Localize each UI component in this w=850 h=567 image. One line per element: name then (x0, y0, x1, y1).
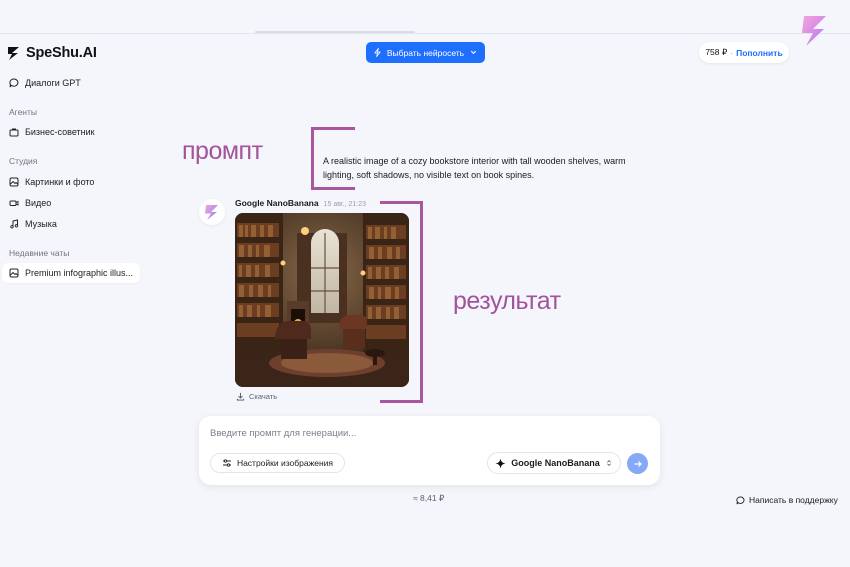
music-note-icon (10, 219, 19, 229)
sidebar-item-label: Видео (25, 198, 52, 208)
generation-cost: ≈ 8,41 ₽ (413, 493, 445, 503)
sliders-icon (222, 459, 231, 467)
result-timestamp: 15 авг., 21:23 (323, 201, 366, 208)
generated-image[interactable] (235, 213, 409, 387)
image-icon (9, 177, 19, 187)
sidebar-section-agents: Агенты (9, 107, 38, 117)
download-label: Скачать (249, 392, 278, 401)
chevron-updown-icon (606, 460, 611, 466)
choose-model-label: Выбрать нейросеть (386, 47, 465, 58)
chevron-down-icon (470, 50, 477, 55)
choose-model-button[interactable]: Выбрать нейросеть (366, 42, 485, 63)
brand-name: SpeShu.AI (26, 45, 97, 61)
annotation-prompt: промпт (182, 137, 263, 165)
model-avatar (199, 199, 225, 225)
balance-amount: 758 ₽ (705, 47, 728, 57)
download-icon (236, 392, 245, 401)
sidebar-item-label: Картинки и фото (25, 177, 95, 187)
support-label: Написать в поддержку (749, 495, 838, 505)
support-link[interactable]: Написать в поддержку (736, 495, 838, 505)
sidebar-item-music[interactable]: Музыка (9, 219, 57, 229)
sidebar-item-video[interactable]: Видео (9, 198, 51, 208)
sidebar-item-label: Музыка (25, 219, 57, 229)
recent-chat-label: Premium infographic illus... (25, 268, 134, 278)
chat-bubble-icon (9, 78, 19, 88)
send-button[interactable] (627, 453, 648, 474)
balance-separator: · (730, 47, 734, 58)
download-button[interactable]: Скачать (236, 392, 277, 401)
sidebar-item-images[interactable]: Картинки и фото (9, 177, 94, 187)
video-camera-icon (9, 200, 19, 206)
arrow-right-icon (634, 460, 642, 467)
topup-link[interactable]: Пополнить (736, 48, 783, 58)
briefcase-icon (9, 128, 19, 137)
support-chat-icon (736, 495, 745, 504)
prompt-input[interactable]: Введите промпт для генерации... (210, 428, 356, 439)
annotation-result: результат (453, 287, 561, 315)
bookstore-image (235, 213, 409, 387)
sidebar-item-label: Диалоги GPT (25, 78, 81, 88)
result-header: Google NanoBanana 15 авг., 21:23 (235, 198, 366, 208)
brand-mark-icon (802, 16, 826, 46)
result-model-name: Google NanoBanana (235, 198, 319, 208)
sidebar-item-business[interactable]: Бизнес-советник (9, 127, 95, 137)
sidebar-section-studio: Студия (9, 156, 38, 166)
model-select-label: Google NanoBanana (511, 458, 600, 468)
recent-chat-item[interactable]: Premium infographic illus... (2, 263, 140, 283)
sidebar-item-label: Бизнес-советник (25, 127, 95, 137)
sparkle-icon (495, 458, 506, 468)
top-divider (0, 33, 850, 34)
image-settings-button[interactable]: Настройки изображения (210, 453, 345, 473)
balance-widget: 758 ₽ · Пополнить (699, 42, 789, 63)
sidebar-item-dialogs[interactable]: Диалоги GPT (9, 78, 81, 88)
image-settings-label: Настройки изображения (236, 458, 334, 468)
logo-icon (8, 46, 19, 60)
model-select[interactable]: Google NanoBanana (487, 452, 621, 474)
image-icon (9, 268, 19, 278)
brand-mark-icon (205, 204, 218, 220)
prompt-composer: Введите промпт для генерации... Настройк… (199, 416, 660, 485)
app-logo[interactable]: SpeShu.AI (7, 45, 97, 61)
lightning-icon (374, 48, 381, 57)
user-prompt-text: A realistic image of a cozy bookstore in… (323, 156, 626, 180)
sidebar-section-recent: Недавние чаты (9, 248, 70, 258)
